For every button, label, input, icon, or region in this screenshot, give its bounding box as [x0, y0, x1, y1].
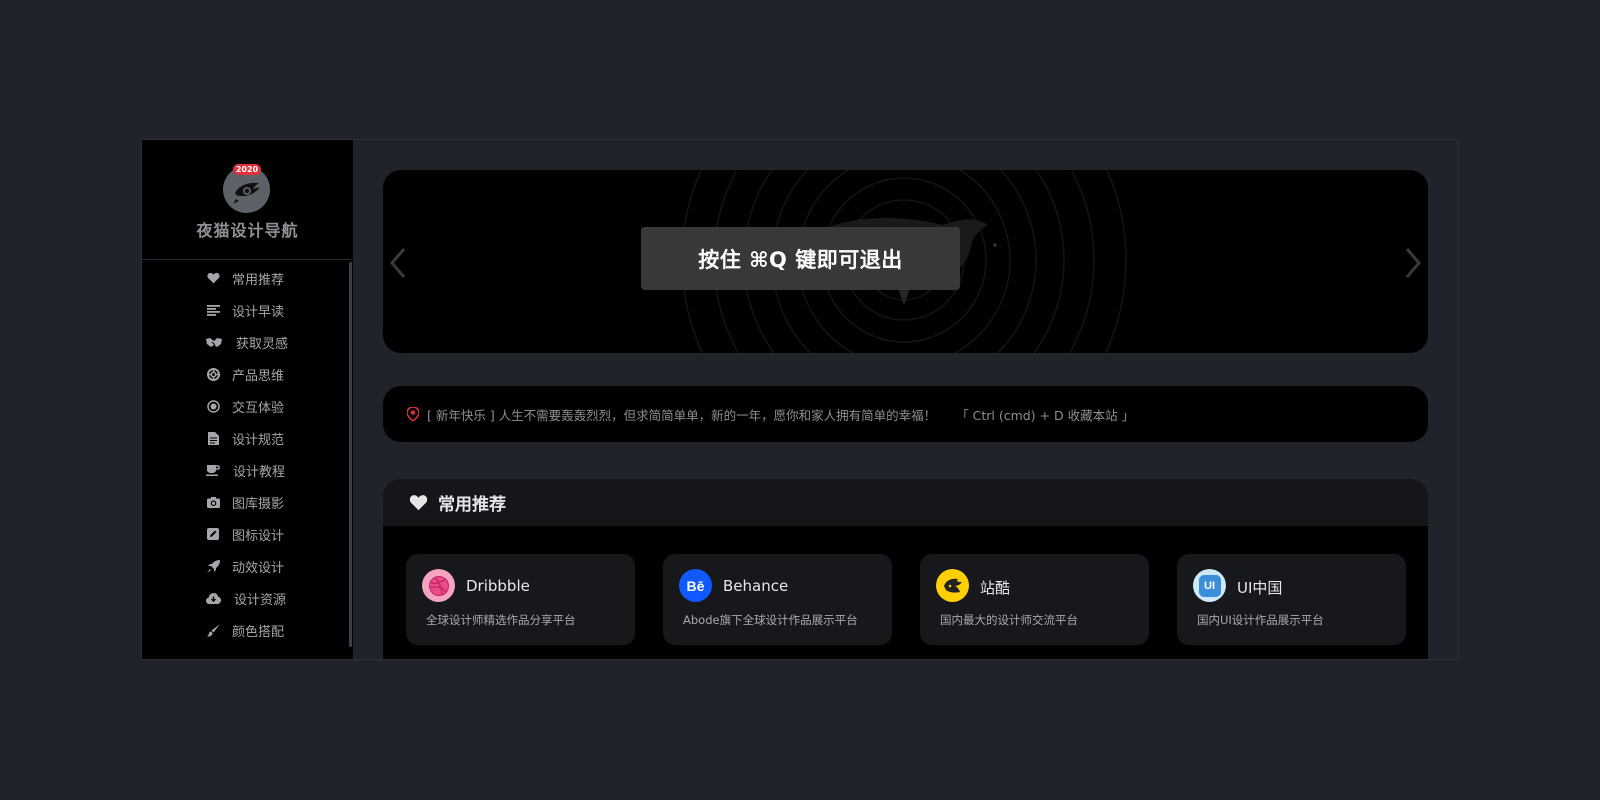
sidebar-item-product[interactable]: 产品思维: [142, 358, 353, 390]
sidebar-item-label: 图标设计: [232, 528, 285, 544]
site-card-desc: Abode旗下全球设计作品展示平台: [683, 613, 858, 627]
paint-brush-icon: [206, 623, 220, 637]
site-card-desc: 国内最大的设计师交流平台: [940, 613, 1078, 627]
behance-logo-icon: Bē: [679, 569, 712, 602]
life-ring-icon: [206, 367, 220, 381]
sidebar-item-icon-design[interactable]: 图标设计: [142, 518, 353, 550]
sidebar-item-colors[interactable]: 颜色搭配: [142, 614, 353, 646]
bookmark-shortcut-hint: 「 Ctrl (cmd) + D 收藏本站 」: [956, 407, 1135, 423]
section-common-recommend: 常用推荐 Dribbble 全球设计师精选作品分享平台 Bē Behance A…: [383, 479, 1428, 659]
site-card-desc: 国内UI设计作品展示平台: [1197, 613, 1324, 627]
file-icon: [206, 431, 220, 445]
map-pin-icon: [407, 407, 421, 421]
site-name: 夜猫设计导航: [196, 221, 299, 240]
zcool-logo-icon: [936, 569, 969, 602]
sidebar-item-label: 设计早读: [232, 304, 285, 320]
dribbble-logo-icon: [422, 569, 455, 602]
sidebar: 2020 夜猫设计导航 常用推荐 设计早读 获取灵感 产品思维 交互体验 设计规…: [142, 140, 353, 659]
site-card-zcool[interactable]: 站酷 国内最大的设计师交流平台: [920, 554, 1149, 645]
sidebar-item-label: 交互体验: [232, 400, 285, 416]
sidebar-item-interaction[interactable]: 交互体验: [142, 390, 353, 422]
sidebar-scrollbar[interactable]: [349, 262, 352, 647]
camera-icon: [206, 495, 220, 509]
site-card-ui-china[interactable]: UI UI中国 国内UI设计作品展示平台: [1177, 554, 1406, 645]
sidebar-item-photo[interactable]: 图库摄影: [142, 486, 353, 518]
sidebar-item-label: 动效设计: [232, 560, 285, 576]
sidebar-item-label: 常用推荐: [232, 272, 285, 288]
site-card-behance[interactable]: Bē Behance Abode旗下全球设计作品展示平台: [663, 554, 892, 645]
sidebar-item-label: 颜色搭配: [232, 624, 285, 640]
heart-icon: [409, 495, 428, 511]
sidebar-item-tutorial[interactable]: 设计教程: [142, 454, 353, 486]
sidebar-item-label: 图库摄影: [232, 496, 285, 512]
ui-china-logo-text: UI: [1198, 574, 1221, 597]
heart-icon: [206, 271, 220, 285]
banner-next-button[interactable]: [1400, 246, 1424, 280]
sidebar-item-spec[interactable]: 设计规范: [142, 422, 353, 454]
section-title: 常用推荐: [438, 495, 506, 515]
sidebar-item-label: 获取灵感: [236, 336, 289, 352]
site-card-desc: 全球设计师精选作品分享平台: [426, 613, 576, 627]
site-card-name: Behance: [723, 577, 789, 595]
dot-circle-icon: [206, 399, 220, 413]
ui-china-logo-icon: UI: [1193, 569, 1226, 602]
behance-logo-text: Bē: [686, 577, 705, 594]
site-card-name: Dribbble: [466, 577, 530, 595]
sidebar-item-inspiration[interactable]: 获取灵感: [142, 326, 353, 358]
edit-square-icon: [206, 527, 220, 541]
coffee-cup-icon: [206, 463, 220, 477]
logo-area[interactable]: 2020 夜猫设计导航: [142, 140, 353, 260]
align-left-icon: [206, 303, 220, 317]
app-window: 2020 夜猫设计导航 常用推荐 设计早读 获取灵感 产品思维 交互体验 设计规…: [141, 139, 1459, 660]
notice-bar: [ 新年快乐 ] 人生不需要轰轰烈烈，但求简简单单，新的一年，愿你和家人拥有简单…: [383, 386, 1428, 442]
chevron-right-icon: [1405, 248, 1421, 278]
sidebar-item-resources[interactable]: 设计资源: [142, 582, 353, 614]
logo-year-badge: 2020: [233, 164, 261, 175]
sidebar-nav: 常用推荐 设计早读 获取灵感 产品思维 交互体验 设计规范 设计教程 图库摄影 …: [142, 262, 353, 646]
site-card-name: 站酷: [980, 579, 1011, 597]
sidebar-item-label: 设计资源: [234, 592, 287, 608]
sidebar-item-label: 产品思维: [232, 368, 285, 384]
handshake-icon: [206, 335, 222, 349]
notice-text: [ 新年快乐 ] 人生不需要轰轰烈烈，但求简简单单，新的一年，愿你和家人拥有简单…: [427, 407, 937, 423]
cloud-download-icon: [206, 591, 221, 605]
sidebar-item-label: 设计教程: [233, 464, 286, 480]
chevron-left-icon: [390, 248, 406, 278]
site-card-dribbble[interactable]: Dribbble 全球设计师精选作品分享平台: [406, 554, 635, 645]
exit-fullscreen-toast: 按住 ⌘Q 键即可退出: [641, 227, 960, 290]
site-card-name: UI中国: [1237, 579, 1283, 597]
sidebar-item-label: 设计规范: [232, 432, 285, 448]
rocket-icon: [206, 559, 220, 573]
sidebar-item-common[interactable]: 常用推荐: [142, 262, 353, 294]
site-cards: Dribbble 全球设计师精选作品分享平台 Bē Behance Abode旗…: [406, 554, 1406, 645]
sidebar-item-motion[interactable]: 动效设计: [142, 550, 353, 582]
sidebar-item-reading[interactable]: 设计早读: [142, 294, 353, 326]
banner-prev-button[interactable]: [387, 246, 411, 280]
section-header: 常用推荐: [383, 479, 1428, 526]
